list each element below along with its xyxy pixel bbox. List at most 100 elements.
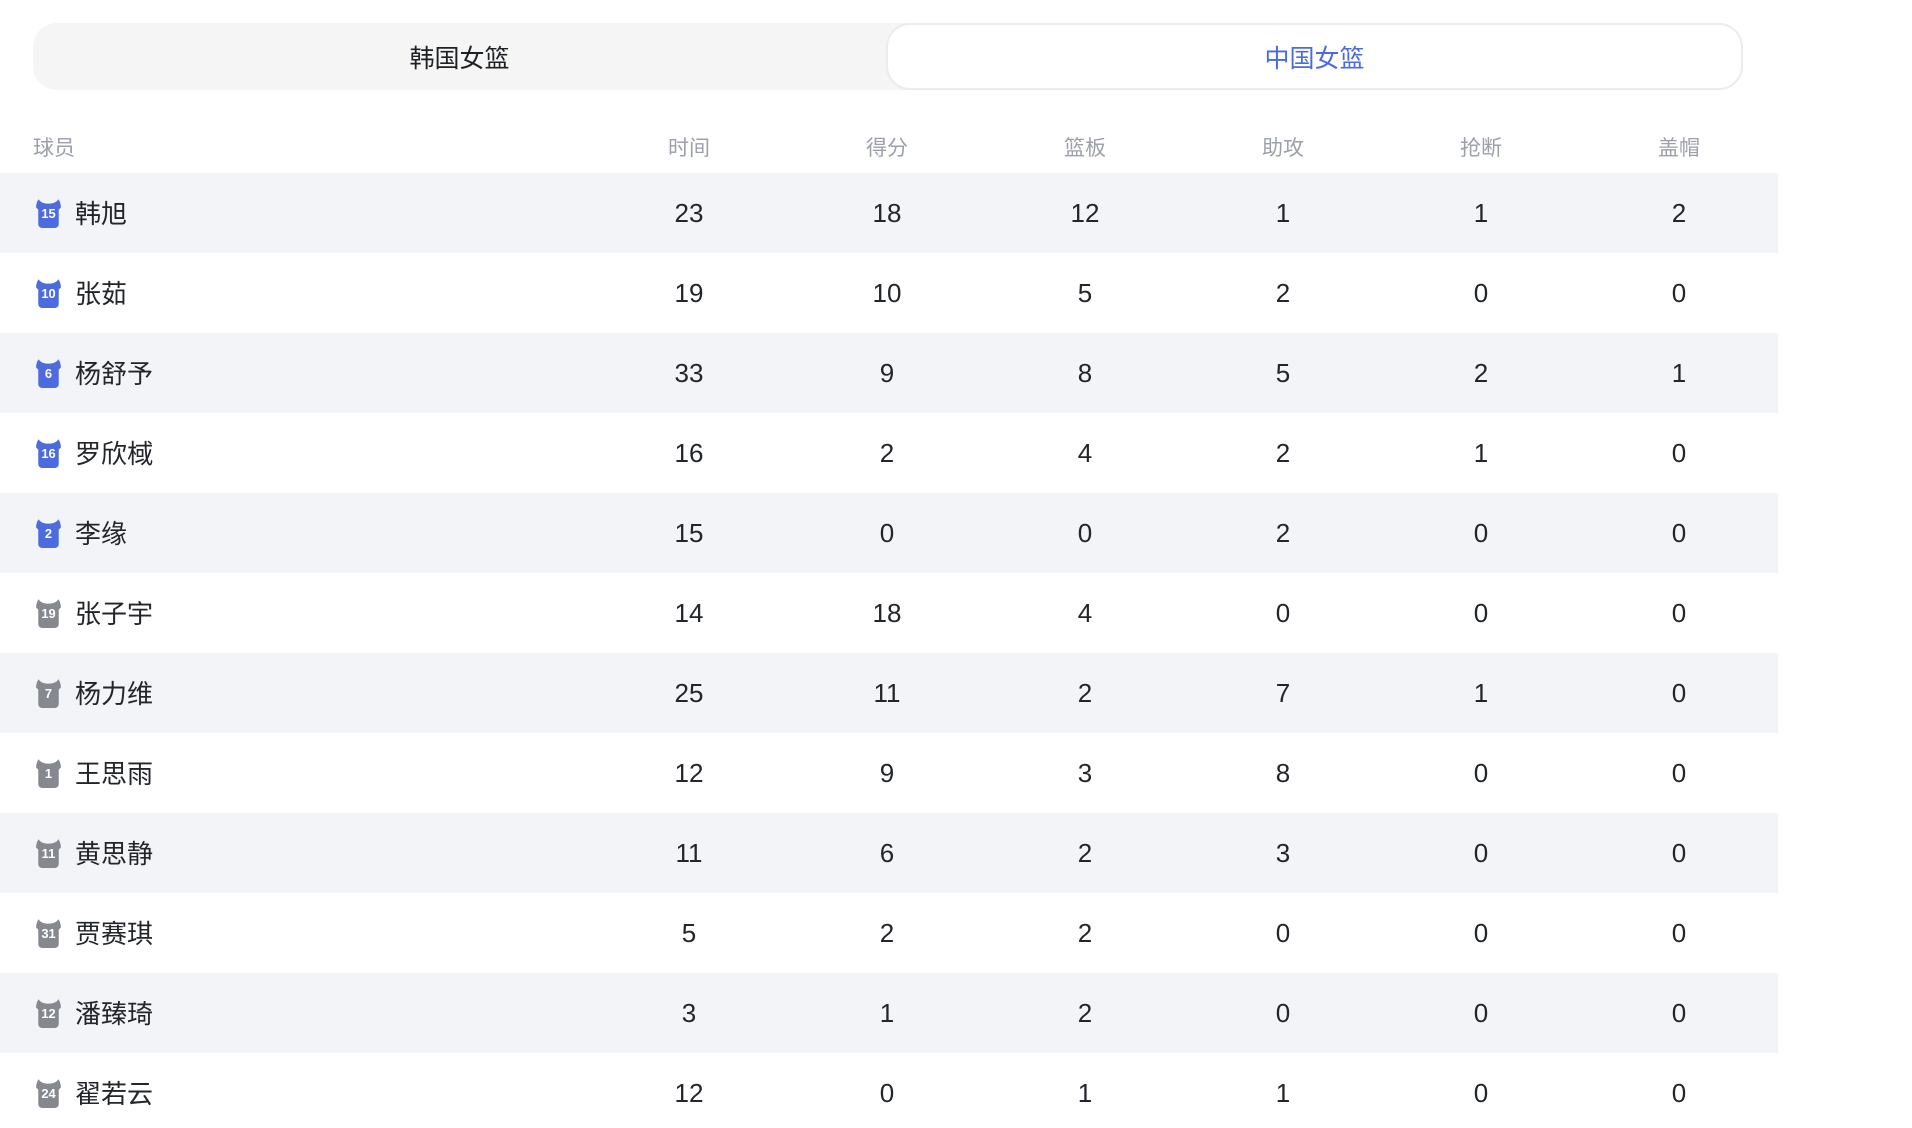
player-row[interactable]: 6 杨舒予 33 9 8 5 2 1 xyxy=(0,333,1778,413)
stat-rebounds: 0 xyxy=(986,518,1184,549)
player-row[interactable]: 11 黄思静 11 6 2 3 0 0 xyxy=(0,813,1778,893)
stat-steals: 1 xyxy=(1382,678,1580,709)
stat-rebounds: 2 xyxy=(986,838,1184,869)
player-name: 黄思静 xyxy=(75,839,153,867)
jersey-number-badge: 12 xyxy=(33,998,64,1029)
stat-blocks: 0 xyxy=(1580,918,1778,949)
player-name: 潘臻琦 xyxy=(75,999,153,1027)
stat-points: 9 xyxy=(788,358,986,389)
stat-points: 10 xyxy=(788,278,986,309)
jersey-number-badge: 10 xyxy=(33,278,64,309)
player-cell: 12 潘臻琦 xyxy=(0,998,590,1029)
stat-points: 0 xyxy=(788,1078,986,1109)
player-row[interactable]: 16 罗欣棫 16 2 4 2 1 0 xyxy=(0,413,1778,493)
stat-minutes: 3 xyxy=(590,998,788,1029)
jersey-number-badge: 6 xyxy=(33,358,64,389)
stat-assists: 2 xyxy=(1184,438,1382,469)
stat-minutes: 19 xyxy=(590,278,788,309)
stat-minutes: 16 xyxy=(590,438,788,469)
stat-steals: 0 xyxy=(1382,838,1580,869)
stat-assists: 8 xyxy=(1184,758,1382,789)
svg-text:2: 2 xyxy=(45,526,52,541)
stat-assists: 0 xyxy=(1184,598,1382,629)
player-name: 翟若云 xyxy=(75,1079,153,1107)
col-header-player: 球员 xyxy=(0,132,590,162)
jersey-number-badge: 24 xyxy=(33,1078,64,1109)
team-tab-bar: 韩国女篮 中国女篮 xyxy=(33,23,1743,90)
player-cell: 6 杨舒予 xyxy=(0,358,590,389)
svg-text:15: 15 xyxy=(41,206,55,221)
stat-assists: 1 xyxy=(1184,1078,1382,1109)
stat-points: 11 xyxy=(788,678,986,709)
player-cell: 19 张子宇 xyxy=(0,598,590,629)
stat-steals: 0 xyxy=(1382,278,1580,309)
player-row[interactable]: 12 潘臻琦 3 1 2 0 0 0 xyxy=(0,973,1778,1053)
player-name: 杨力维 xyxy=(75,679,153,707)
stat-points: 2 xyxy=(788,918,986,949)
stat-steals: 0 xyxy=(1382,918,1580,949)
player-row[interactable]: 31 贾赛琪 5 2 2 0 0 0 xyxy=(0,893,1778,973)
tab-china-label: 中国女篮 xyxy=(1264,39,1364,75)
tab-korea-label: 韩国女篮 xyxy=(409,39,509,75)
stat-rebounds: 2 xyxy=(986,918,1184,949)
stat-minutes: 14 xyxy=(590,598,788,629)
stat-steals: 1 xyxy=(1382,198,1580,229)
stat-assists: 3 xyxy=(1184,838,1382,869)
stat-minutes: 25 xyxy=(590,678,788,709)
stat-rebounds: 4 xyxy=(986,598,1184,629)
player-cell: 24 翟若云 xyxy=(0,1078,590,1109)
stat-assists: 0 xyxy=(1184,998,1382,1029)
stat-minutes: 33 xyxy=(590,358,788,389)
stat-points: 2 xyxy=(788,438,986,469)
stat-rebounds: 8 xyxy=(986,358,1184,389)
stat-assists: 1 xyxy=(1184,198,1382,229)
player-cell: 7 杨力维 xyxy=(0,678,590,709)
player-cell: 1 王思雨 xyxy=(0,758,590,789)
stat-rebounds: 2 xyxy=(986,678,1184,709)
player-cell: 11 黄思静 xyxy=(0,838,590,869)
player-name: 李缘 xyxy=(75,519,127,547)
stat-points: 0 xyxy=(788,518,986,549)
stat-steals: 1 xyxy=(1382,438,1580,469)
jersey-number-badge: 7 xyxy=(33,678,64,709)
stat-assists: 0 xyxy=(1184,918,1382,949)
player-cell: 10 张茹 xyxy=(0,278,590,309)
stat-minutes: 12 xyxy=(590,758,788,789)
player-row[interactable]: 24 翟若云 12 0 1 1 0 0 xyxy=(0,1053,1778,1128)
col-header-minutes: 时间 xyxy=(590,132,788,162)
player-row[interactable]: 1 王思雨 12 9 3 8 0 0 xyxy=(0,733,1778,813)
jersey-number-badge: 1 xyxy=(33,758,64,789)
player-name: 罗欣棫 xyxy=(75,439,153,467)
svg-text:24: 24 xyxy=(41,1086,56,1101)
stat-points: 6 xyxy=(788,838,986,869)
tab-korea-women[interactable]: 韩国女篮 xyxy=(33,23,886,90)
player-row[interactable]: 19 张子宇 14 18 4 0 0 0 xyxy=(0,573,1778,653)
col-header-assists: 助攻 xyxy=(1184,132,1382,162)
box-score-page: 韩国女篮 中国女篮 球员 时间 得分 篮板 助攻 抢断 盖帽 15 韩旭 23 xyxy=(0,23,1912,1128)
stat-blocks: 0 xyxy=(1580,838,1778,869)
stat-assists: 5 xyxy=(1184,358,1382,389)
stat-points: 18 xyxy=(788,598,986,629)
player-name: 贾赛琪 xyxy=(75,919,153,947)
tab-china-women[interactable]: 中国女篮 xyxy=(886,23,1743,90)
stat-assists: 2 xyxy=(1184,278,1382,309)
svg-text:6: 6 xyxy=(45,366,52,381)
player-name: 杨舒予 xyxy=(75,359,153,387)
player-row[interactable]: 2 李缘 15 0 0 2 0 0 xyxy=(0,493,1778,573)
svg-text:12: 12 xyxy=(41,1006,55,1021)
stat-rebounds: 1 xyxy=(986,1078,1184,1109)
player-name: 张茹 xyxy=(75,279,127,307)
player-row[interactable]: 15 韩旭 23 18 12 1 1 2 xyxy=(0,173,1778,253)
svg-text:1: 1 xyxy=(45,766,52,781)
player-row[interactable]: 7 杨力维 25 11 2 7 1 0 xyxy=(0,653,1778,733)
stat-rebounds: 2 xyxy=(986,998,1184,1029)
jersey-number-badge: 16 xyxy=(33,438,64,469)
player-cell: 31 贾赛琪 xyxy=(0,918,590,949)
player-name: 王思雨 xyxy=(75,759,153,787)
stat-assists: 7 xyxy=(1184,678,1382,709)
stat-rebounds: 5 xyxy=(986,278,1184,309)
stat-steals: 2 xyxy=(1382,358,1580,389)
stat-steals: 0 xyxy=(1382,1078,1580,1109)
svg-text:31: 31 xyxy=(41,926,55,941)
player-row[interactable]: 10 张茹 19 10 5 2 0 0 xyxy=(0,253,1778,333)
